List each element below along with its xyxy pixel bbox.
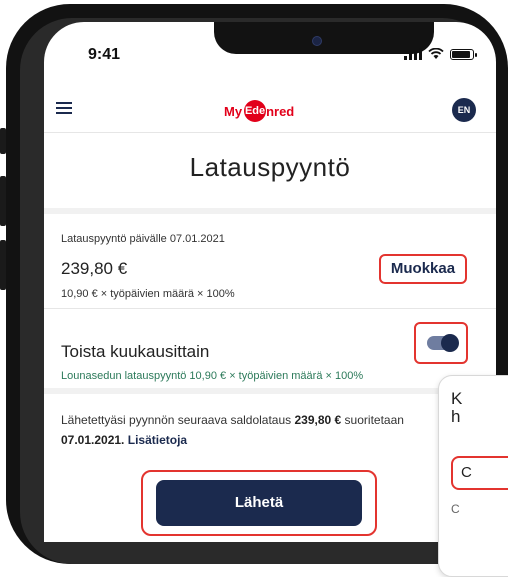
page-title: Latauspyyntö	[189, 152, 351, 182]
app-logo: My Ede nred	[224, 100, 294, 122]
info-text-mid: suoritetaan	[341, 413, 404, 427]
camera-icon	[312, 36, 322, 46]
status-time: 9:41	[88, 46, 121, 63]
popup-highlighted-option[interactable]: C	[451, 456, 508, 490]
phone-volume-up	[0, 176, 6, 226]
notch	[214, 22, 434, 54]
repeat-toggle-highlight	[414, 322, 468, 364]
toggle-knob	[441, 334, 459, 352]
app-header: My Ede nred EN	[44, 88, 496, 133]
repeat-toggle[interactable]	[427, 334, 459, 352]
more-info-link[interactable]: Lisätietoja	[128, 433, 187, 447]
info-amount: 239,80 €	[294, 413, 342, 427]
section-divider	[44, 388, 496, 394]
language-button[interactable]: EN	[452, 98, 476, 122]
phone-screen: 9:41 My Ede nred EN Latauspyyntö Latausp…	[44, 22, 496, 542]
logo-text-ede: Ede	[244, 100, 267, 122]
section-divider	[44, 208, 496, 214]
send-button[interactable]: Lähetä	[156, 480, 362, 526]
popup-line1: K	[451, 389, 463, 408]
info-date: 07.01.2021.	[61, 433, 125, 447]
info-text: Lähetettyäsi pyynnön seuraava saldolatau…	[61, 410, 486, 450]
repeat-description: Lounasedun latauspyyntö 10,90 € × työpäi…	[61, 370, 364, 382]
menu-icon[interactable]	[56, 102, 72, 114]
popup-text: K h	[451, 390, 462, 426]
info-text-before: Lähetettyäsi pyynnön seuraava saldolatau…	[61, 413, 295, 427]
popup-line2: h	[451, 407, 461, 426]
battery-icon	[450, 48, 477, 60]
signal-icon	[404, 48, 422, 60]
phone-volume-down	[0, 240, 6, 290]
repeat-label: Toista kuukausittain	[61, 342, 210, 361]
logo-text-my: My	[224, 103, 243, 119]
status-icons	[404, 48, 477, 60]
edit-button[interactable]: Muokkaa	[379, 254, 467, 284]
request-formula: 10,90 € × työpäivien määrä × 100%	[61, 288, 235, 300]
phone-mute-switch	[0, 128, 6, 154]
section-divider	[44, 308, 496, 309]
popup-subtext: C	[451, 502, 460, 516]
tooltip-popup: K h C C	[438, 375, 508, 577]
request-amount: 239,80 €	[61, 259, 128, 278]
request-date-label: Latauspyyntö päivälle 07.01.2021	[61, 233, 225, 245]
wifi-icon	[428, 48, 444, 59]
